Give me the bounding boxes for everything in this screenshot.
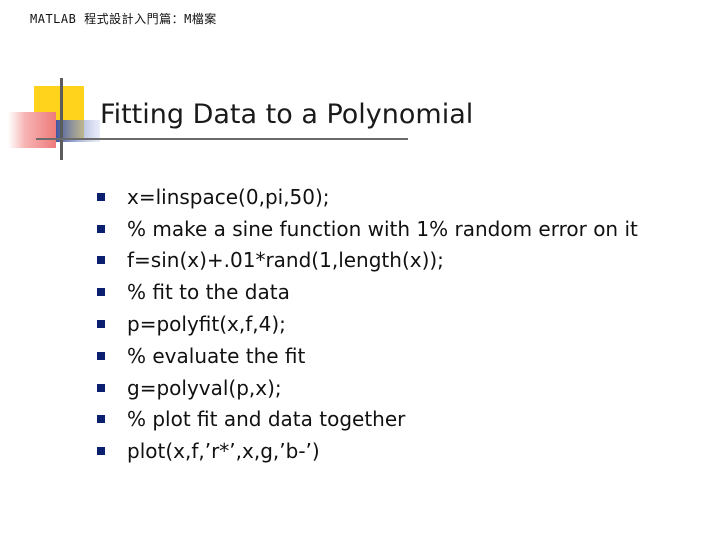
bullet-item: % fit to the data — [96, 276, 638, 308]
slide-title: Fitting Data to a Polynomial — [100, 99, 474, 130]
square-bullet-icon — [97, 447, 105, 456]
bullet-text: g=polyval(p,x); — [127, 375, 282, 400]
bullet-text: % evaluate the fit — [127, 343, 306, 368]
bullet-text: plot(x,f,’r*’,x,g,’b-’) — [127, 439, 320, 464]
bullet-item: f=sin(x)+.01*rand(1,length(x)); — [96, 245, 638, 277]
square-bullet-icon — [97, 320, 105, 329]
bullet-text: x=linspace(0,pi,50); — [127, 184, 330, 209]
bullet-item: g=polyval(p,x); — [96, 372, 638, 404]
bullet-list: x=linspace(0,pi,50); % make a sine funct… — [96, 181, 638, 467]
bullet-text: % make a sine function with 1% random er… — [127, 216, 638, 241]
decoration-vertical-rule — [60, 78, 63, 160]
decoration-yellow-block — [34, 86, 84, 138]
bullet-item: x=linspace(0,pi,50); — [96, 181, 638, 213]
bullet-text: % fit to the data — [127, 280, 290, 305]
square-bullet-icon — [97, 288, 105, 297]
square-bullet-icon — [97, 192, 105, 201]
square-bullet-icon — [97, 256, 105, 265]
bullet-item: % evaluate the fit — [96, 340, 638, 372]
square-bullet-icon — [97, 415, 105, 424]
slide: MATLAB 程式設計入門篇：M檔案 Fitting Data to a Pol… — [0, 0, 720, 540]
decoration-blue-block — [56, 120, 100, 142]
bullet-item: p=polyfit(x,f,4); — [96, 308, 638, 340]
square-bullet-icon — [97, 224, 105, 233]
square-bullet-icon — [97, 351, 105, 360]
bullet-text: f=sin(x)+.01*rand(1,length(x)); — [127, 248, 444, 273]
header-text: MATLAB 程式設計入門篇：M檔案 — [30, 12, 217, 26]
decoration-horizontal-rule — [36, 138, 408, 140]
bullet-item: plot(x,f,’r*’,x,g,’b-’) — [96, 435, 638, 467]
decoration-red-block — [8, 112, 56, 148]
bullet-item: % make a sine function with 1% random er… — [96, 213, 638, 245]
bullet-text: p=polyfit(x,f,4); — [127, 312, 286, 337]
bullet-item: % plot fit and data together — [96, 404, 638, 436]
square-bullet-icon — [97, 383, 105, 392]
bullet-text: % plot fit and data together — [127, 407, 406, 432]
